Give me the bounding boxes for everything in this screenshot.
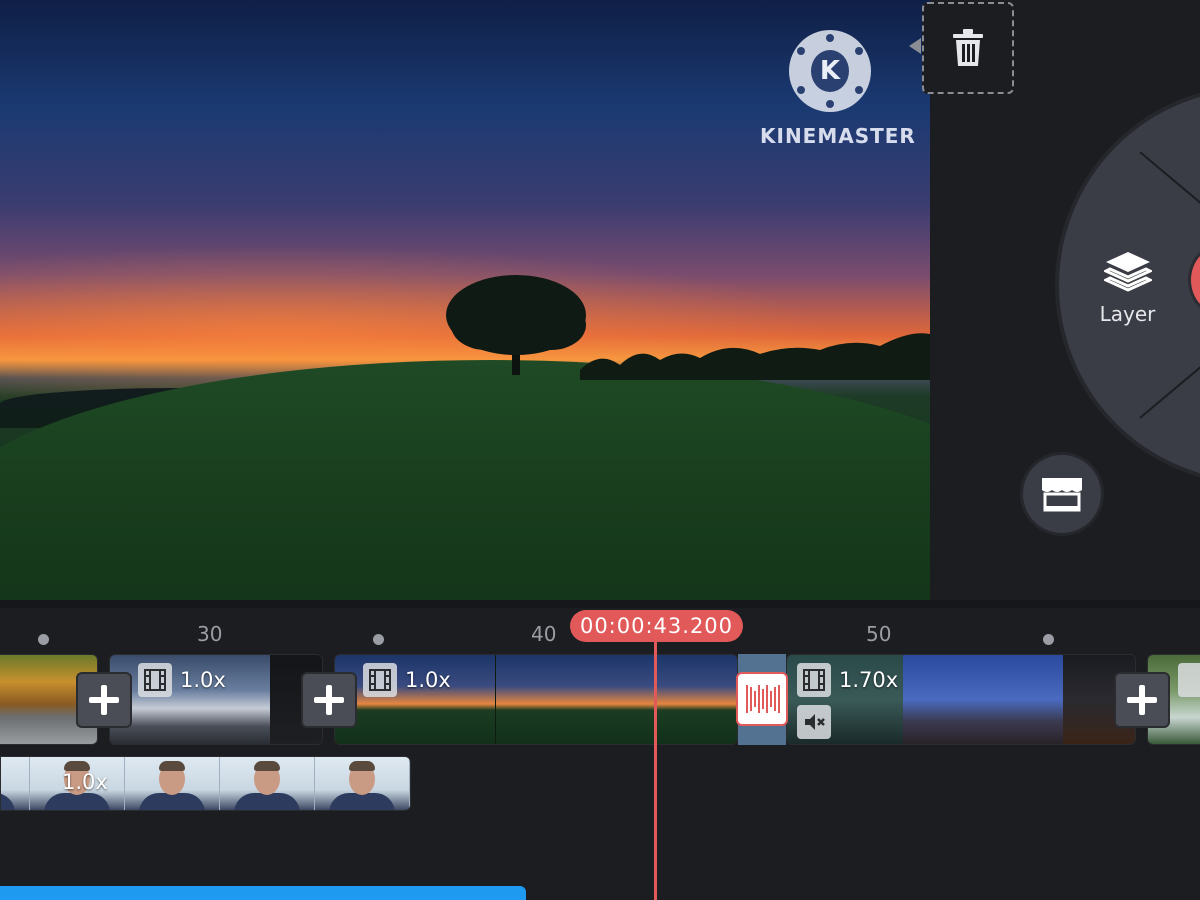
ruler-tick-40: 40 [531,622,557,646]
mute-icon[interactable] [797,705,831,739]
ruler-dot [38,634,49,645]
layer-button[interactable]: Layer [1085,250,1170,326]
ruler-dot [373,634,384,645]
clip-speed: 1.70x [839,668,899,692]
film-icon [138,663,172,697]
add-transition-button[interactable] [1114,672,1170,728]
video-clip-night-sky[interactable]: 1.70x [786,654,1136,745]
layers-icon [1102,252,1153,292]
divider [0,600,1200,608]
layer-clip-speed: 1.0x [62,770,108,794]
audio-track-bar[interactable] [0,886,526,900]
layer-label: Layer [1099,302,1156,326]
clip-badge: 1.0x [138,663,226,697]
transition-icon[interactable] [736,672,788,726]
tree-silhouette [446,275,586,375]
film-icon [363,663,397,697]
playhead[interactable] [654,640,657,900]
video-clip-sunset[interactable]: 1.0x [334,654,738,745]
ruler-dot [1043,634,1054,645]
clip-badge [1178,663,1200,697]
clip-badge: 1.70x [797,663,898,697]
add-transition-button[interactable] [76,672,132,728]
film-icon [797,663,831,697]
clip-speed: 1.0x [180,668,226,692]
film-icon [1178,663,1200,697]
clip-speed: 1.0x [405,668,451,692]
watermark-text: KINEMASTER [760,124,916,148]
kinemaster-logo-icon: K [789,30,871,112]
ruler-tick-50: 50 [866,622,892,646]
kinemaster-editor: K KINEMASTER Layer 30 40 50 1.0x 1.0x 1.… [0,0,1200,900]
trash-notch [909,38,921,54]
delete-drop-zone[interactable] [922,2,1014,94]
timecode-display: 00:00:43.200 [570,610,743,642]
asset-store-button[interactable] [1020,452,1104,536]
logo-letter: K [811,50,849,92]
kinemaster-watermark: K KINEMASTER [760,30,916,148]
video-clip-mountains[interactable]: 1.0x [109,654,323,745]
add-transition-button[interactable] [301,672,357,728]
grass-hill [0,360,930,600]
store-icon [1042,478,1082,512]
trash-icon [953,29,983,66]
clip-badge: 1.0x [363,663,451,697]
video-preview[interactable]: K KINEMASTER [0,0,930,600]
ruler-tick-30: 30 [197,622,223,646]
bush-row [580,333,930,380]
